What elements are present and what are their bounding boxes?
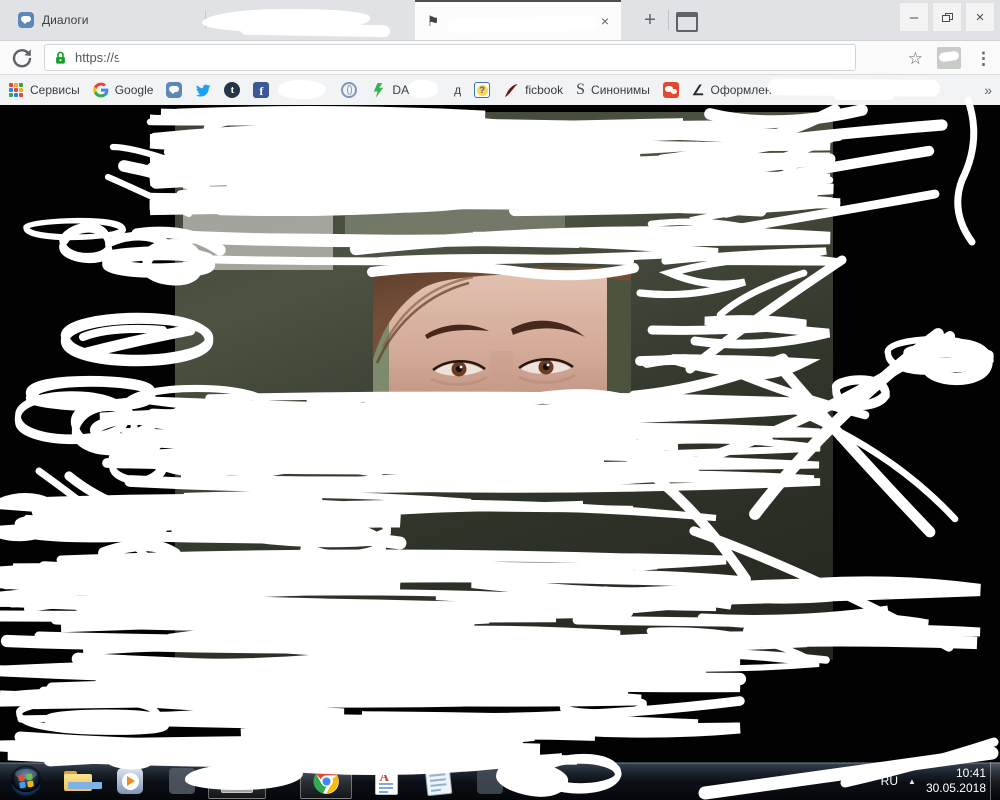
vk-chat-icon bbox=[166, 82, 182, 98]
strip-separator bbox=[668, 10, 669, 30]
bookmark-services[interactable]: Сервисы bbox=[8, 82, 80, 98]
tab-close-icon[interactable]: × bbox=[599, 13, 611, 29]
bookmark-label: Синонимы bbox=[591, 83, 650, 97]
bookmark-label: ficbook bbox=[525, 83, 563, 97]
bookmark-star-icon[interactable]: ☆ bbox=[908, 50, 923, 67]
notepad-icon bbox=[424, 766, 452, 796]
viber-icon bbox=[528, 767, 557, 796]
deviantart-icon bbox=[370, 82, 386, 98]
bookmarks-bar: Сервисы Google t f bbox=[0, 75, 1000, 105]
bookmark-label: DA bbox=[392, 83, 409, 97]
question-icon: ? bbox=[474, 82, 490, 98]
wordpad-taskbar-button[interactable]: A bbox=[360, 763, 412, 799]
chrome-taskbar-button[interactable] bbox=[300, 763, 352, 799]
address-bar[interactable]: https://s bbox=[44, 44, 856, 71]
tab-dialogs[interactable]: Диалоги bbox=[8, 0, 204, 40]
bookmark-facebook[interactable]: f bbox=[253, 82, 269, 98]
tab-strip: Диалоги ⚑ × + – × bbox=[0, 0, 1000, 40]
extension-icon[interactable] bbox=[937, 47, 961, 69]
bookmark-twitter[interactable] bbox=[195, 82, 211, 98]
app-taskbar-button-2[interactable] bbox=[464, 763, 516, 799]
show-desktop-button[interactable] bbox=[990, 762, 1000, 800]
reload-button[interactable] bbox=[10, 46, 34, 70]
bookmark-deviantart[interactable]: DA bbox=[370, 82, 409, 98]
viber-taskbar-button[interactable] bbox=[516, 763, 568, 799]
notepad-taskbar-button[interactable] bbox=[412, 763, 464, 799]
apps-grid-icon bbox=[8, 82, 24, 98]
tab-scribbled[interactable] bbox=[206, 0, 414, 40]
s-letter-icon: S bbox=[576, 82, 585, 98]
menu-icon[interactable]: ⋮ bbox=[975, 50, 992, 67]
tab-label: Диалоги bbox=[42, 13, 88, 27]
windows-start-orb-icon bbox=[10, 765, 42, 797]
bookmark-vk[interactable] bbox=[166, 82, 182, 98]
chrome-icon bbox=[313, 768, 340, 795]
active-app-taskbar-button[interactable] bbox=[208, 763, 266, 799]
system-tray: RU ▲ 10:41 30.05.2018 bbox=[881, 766, 1000, 796]
bookmark-design[interactable]: ∠ Оформление bbox=[692, 83, 785, 97]
toolbar-right: ☆ ⋮ bbox=[908, 45, 992, 71]
language-indicator[interactable]: RU bbox=[881, 774, 898, 788]
facebook-icon: f bbox=[253, 82, 269, 98]
restore-icon bbox=[942, 13, 953, 22]
minimize-button[interactable]: – bbox=[899, 2, 929, 32]
window-icon bbox=[221, 769, 253, 793]
bookmark-google[interactable]: Google bbox=[93, 82, 154, 98]
tab-active[interactable]: ⚑ × bbox=[415, 0, 621, 40]
bookmark-label: Google bbox=[115, 83, 154, 97]
bookmark-label: д bbox=[454, 83, 461, 97]
woman-face-photo bbox=[373, 267, 631, 403]
show-hidden-icons[interactable]: ▲ bbox=[908, 777, 916, 786]
tray-date: 30.05.2018 bbox=[926, 781, 986, 796]
app-icon bbox=[169, 768, 195, 794]
app-icon bbox=[477, 768, 503, 794]
explorer-taskbar-button[interactable] bbox=[52, 763, 104, 799]
bookmark-compass[interactable] bbox=[341, 82, 357, 98]
bookmark-synonyms[interactable]: S Синонимы bbox=[576, 82, 650, 98]
taskbar: A RU ▲ 10:41 30.05.2018 bbox=[0, 761, 1000, 800]
start-button[interactable] bbox=[0, 763, 52, 799]
page-content bbox=[0, 105, 1000, 762]
window-controls: – × bbox=[896, 2, 995, 32]
tumblr-icon: t bbox=[224, 82, 240, 98]
wordpad-icon: A bbox=[375, 767, 398, 795]
flag-icon: ⚑ bbox=[425, 13, 441, 29]
bookmark-tumblr[interactable]: t bbox=[224, 82, 240, 98]
restore-button[interactable] bbox=[932, 2, 962, 32]
google-g-icon bbox=[93, 82, 109, 98]
folder-icon bbox=[64, 771, 92, 791]
angle-icon: ∠ bbox=[692, 83, 705, 97]
tab2-favicon bbox=[216, 12, 232, 28]
bookmarks-overflow-chevron[interactable]: » bbox=[984, 82, 992, 98]
media-player-taskbar-button[interactable] bbox=[104, 763, 156, 799]
secure-lock-icon bbox=[53, 50, 68, 66]
photo-background-patch bbox=[345, 152, 565, 242]
app-taskbar-button[interactable] bbox=[156, 763, 208, 799]
media-player-icon bbox=[117, 768, 143, 794]
bookmark-label: Оформление bbox=[710, 83, 784, 97]
tab-list-button[interactable] bbox=[676, 12, 698, 32]
chat-orange-icon bbox=[663, 82, 679, 98]
twitter-icon bbox=[195, 82, 211, 98]
bookmark-label: Сервисы bbox=[30, 83, 80, 97]
reload-icon bbox=[10, 46, 34, 70]
bookmark-orange-chat[interactable] bbox=[663, 82, 679, 98]
photo-background-patch bbox=[183, 140, 333, 270]
bookmark-ficbook[interactable]: ficbook bbox=[503, 82, 563, 98]
compass-icon bbox=[341, 82, 357, 98]
new-tab-button[interactable]: + bbox=[636, 6, 664, 34]
bookmark-scribbled-d[interactable]: д bbox=[422, 83, 461, 97]
tray-time: 10:41 bbox=[956, 766, 986, 781]
bookmark-question[interactable]: ? bbox=[474, 82, 490, 98]
screen: Диалоги ⚑ × + – × bbox=[0, 0, 1000, 800]
close-button[interactable]: × bbox=[965, 2, 995, 32]
toolbar: https://s ☆ ⋮ bbox=[0, 40, 1000, 75]
tray-clock[interactable]: 10:41 30.05.2018 bbox=[926, 766, 986, 796]
feather-icon bbox=[503, 82, 519, 98]
vk-dialogs-icon bbox=[18, 12, 34, 28]
url-text: https://s bbox=[75, 50, 121, 65]
